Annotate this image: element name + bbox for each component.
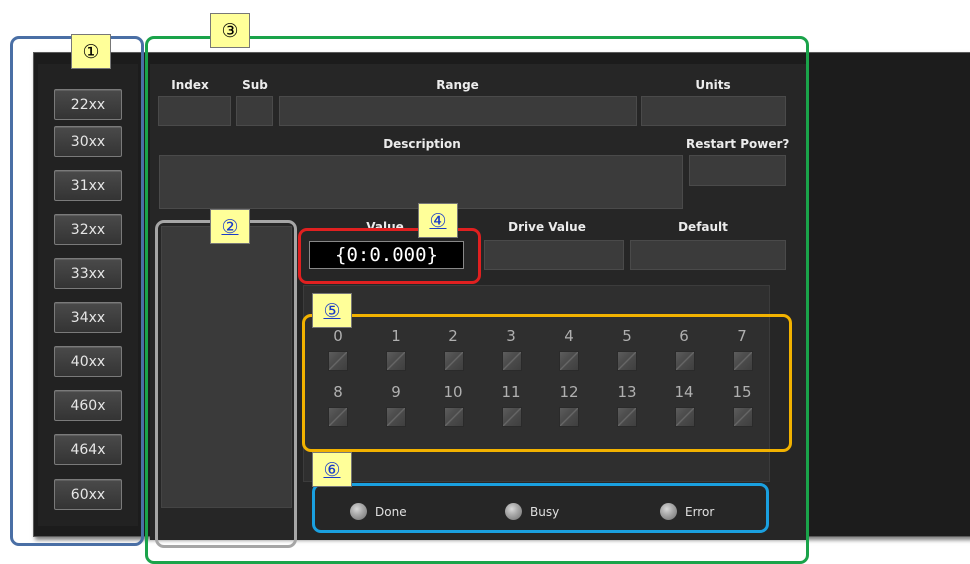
callout-badge-2[interactable]: ② <box>210 209 250 244</box>
callout-badge-1: ① <box>71 34 111 69</box>
callout-frame-groups <box>10 36 144 546</box>
callout-badge-6[interactable]: ⑥ <box>312 452 352 487</box>
callout-badge-3: ③ <box>210 13 250 48</box>
callout-badge-5[interactable]: ⑤ <box>312 293 352 328</box>
callout-frame-status <box>312 483 769 533</box>
callout-badge-4[interactable]: ④ <box>418 203 458 238</box>
callout-frame-bits <box>302 314 792 452</box>
